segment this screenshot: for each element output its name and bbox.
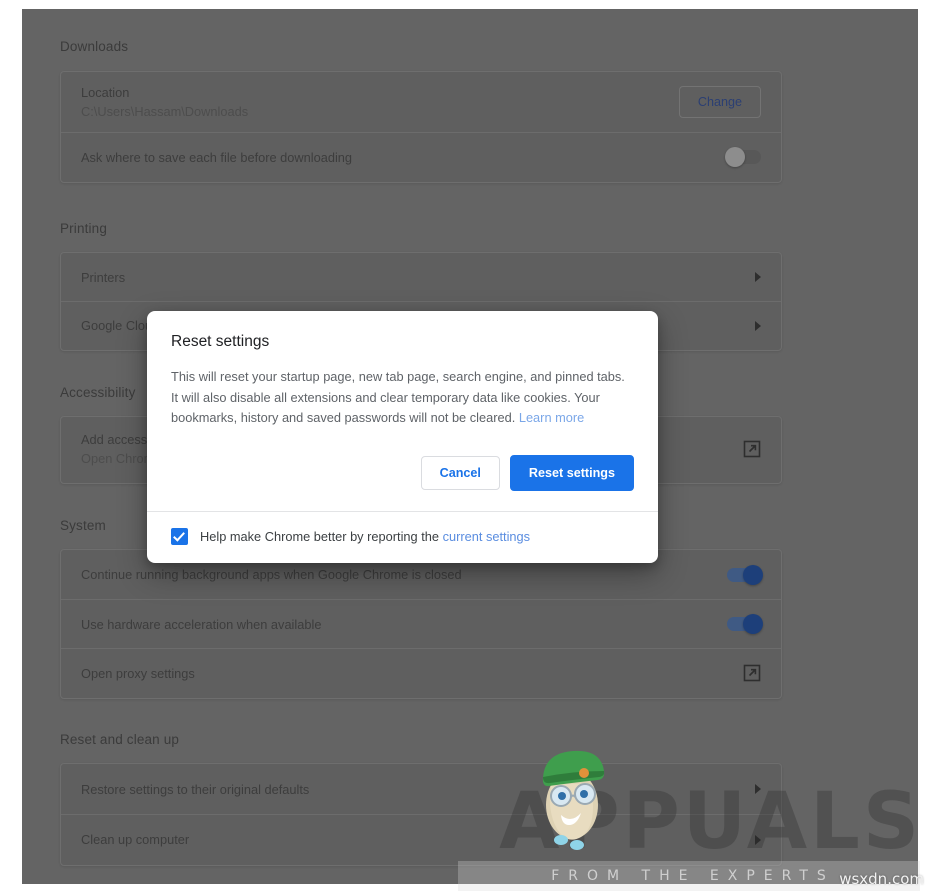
report-settings-text: Help make Chrome better by reporting the [200,528,443,544]
learn-more-link[interactable]: Learn more [519,410,584,425]
toggle-knob [725,147,745,167]
chevron-right-icon [755,784,761,794]
dialog-title: Reset settings [171,333,270,350]
row-hardware-acceleration[interactable]: Use hardware acceleration when available [61,599,781,648]
row-printers[interactable]: Printers [61,253,781,301]
site-label: wsxdn.com [839,870,924,888]
external-link-icon [743,664,761,682]
download-location-path: C:\Users\Hassam\Downloads [81,104,249,119]
row-ask-where-to-save[interactable]: Ask where to save each file before downl… [61,132,781,181]
row-restore-settings[interactable]: Restore settings to their original defau… [61,764,781,814]
ask-where-to-save-label: Ask where to save each file before downl… [81,149,353,165]
row-clean-up-computer[interactable]: Clean up computer [61,814,781,864]
section-downloads: Downloads [60,39,780,54]
report-settings-checkbox[interactable] [171,528,188,545]
row-download-location[interactable]: Location C:\Users\Hassam\Downloads Chang… [61,72,781,132]
dialog-actions: Cancel Reset settings [147,437,658,511]
change-download-location-button[interactable]: Change [678,86,761,118]
section-title-reset-and-clean-up: Reset and clean up [60,732,180,747]
row-open-proxy-settings[interactable]: Open proxy settings [61,648,781,697]
report-settings-label: Help make Chrome better by reporting the… [200,528,530,546]
hardware-acceleration-toggle[interactable] [727,614,763,634]
background-apps-toggle[interactable] [727,564,763,585]
dialog-description: This will reset your startup page, new t… [171,367,634,429]
reset-and-clean-up-card: Restore settings to their original defau… [60,763,782,866]
reset-settings-confirm-button[interactable]: Reset settings [509,454,634,491]
cancel-button[interactable]: Cancel [420,455,500,490]
current-settings-link[interactable]: current settings [443,529,531,544]
toggle-knob [743,614,763,634]
section-reset-and-clean-up: Reset and clean up [60,732,780,747]
download-location-label: Location [81,85,130,100]
screenshot-frame: Downloads Location C:\Users\Hassam\Downl… [0,0,930,891]
dialog-body: Reset settings This will reset your star… [147,311,658,437]
clean-up-computer-label: Clean up computer [81,832,190,847]
external-link-icon [743,440,761,458]
chevron-right-icon [755,272,761,282]
dialog-footer: Help make Chrome better by reporting the… [147,510,658,563]
hardware-acceleration-label: Use hardware acceleration when available [81,616,322,632]
open-proxy-settings-label: Open proxy settings [81,665,195,681]
section-title-downloads: Downloads [60,39,129,54]
section-title-printing: Printing [60,221,107,236]
system-card: Continue running background apps when Go… [60,549,782,699]
downloads-card: Location C:\Users\Hassam\Downloads Chang… [60,71,782,183]
toggle-knob [743,564,763,585]
chevron-right-icon [755,320,761,331]
reset-settings-dialog: Reset settings This will reset your star… [147,311,658,563]
section-printing: Printing [60,221,780,236]
printers-label: Printers [81,269,126,285]
ask-where-to-save-toggle[interactable] [725,147,761,167]
background-apps-label: Continue running background apps when Go… [81,567,462,582]
chevron-right-icon [755,834,761,845]
restore-settings-label: Restore settings to their original defau… [81,781,310,797]
